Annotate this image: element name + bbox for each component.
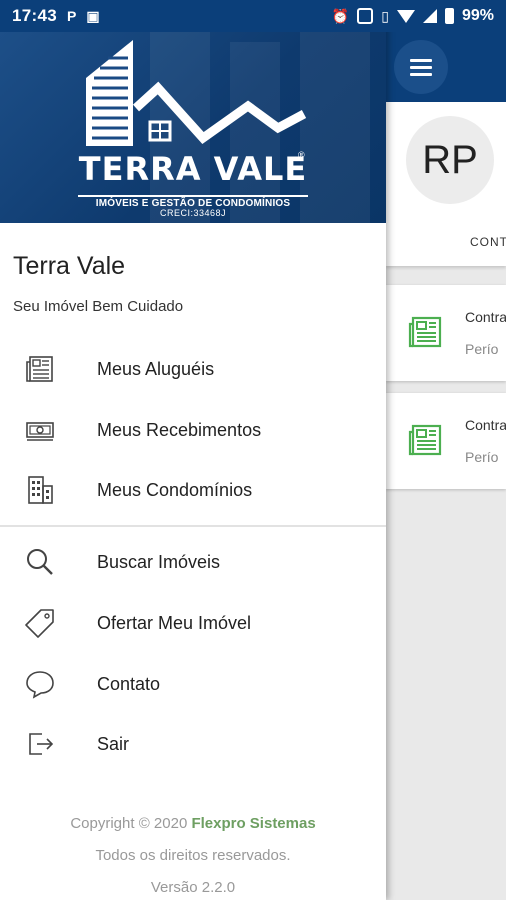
money-icon — [26, 422, 54, 441]
search-icon — [27, 549, 53, 575]
battery-percent: 99% — [461, 7, 494, 24]
menu-item-buscar-imoveis[interactable]: Buscar Imóveis — [0, 532, 386, 592]
navigation-drawer: TERRA VALE ® IMÓVEIS E GESTÃO DE CONDOMÍ… — [0, 0, 386, 900]
menu-item-label: Meus Aluguéis — [97, 358, 215, 379]
menu-item-label: Sair — [97, 733, 130, 754]
menu-line — [410, 65, 432, 69]
tab-contracts[interactable]: CONT — [470, 235, 506, 249]
brand-name: Terra Vale — [13, 252, 126, 280]
rights-text: Todos os direitos reservados. — [95, 847, 291, 864]
building-icon — [28, 476, 53, 504]
contract-period: Perío — [465, 449, 499, 465]
menu-item-label: Meus Condomínios — [97, 479, 253, 500]
contract-document-icon — [408, 316, 442, 348]
menu-item-label: Buscar Imóveis — [97, 551, 221, 572]
menu-item-meus-alugueis[interactable]: Meus Aluguéis — [0, 339, 386, 399]
drawer-header: TERRA VALE ® IMÓVEIS E GESTÃO DE CONDOMÍ… — [0, 32, 386, 223]
screen-icon — [357, 8, 374, 24]
avatar[interactable]: RP — [406, 116, 494, 204]
contract-card[interactable]: Contra Perío — [386, 393, 506, 489]
contract-document-icon — [408, 424, 442, 456]
logo-creci: CRECI:33468J — [159, 208, 227, 218]
profile-card: RP CONT — [386, 102, 506, 266]
menu-item-ofertar-meu-imovel[interactable]: Ofertar Meu Imóvel — [0, 593, 386, 653]
background-building — [300, 32, 370, 223]
vibrate-icon: ▯ — [381, 7, 389, 24]
menu-item-contato[interactable]: Contato — [0, 654, 386, 714]
menu-item-meus-recebimentos[interactable]: Meus Recebimentos — [0, 400, 386, 460]
translate-icon: ▣ — [86, 7, 100, 24]
menu-item-sair[interactable]: Sair — [0, 714, 386, 774]
hamburger-menu-button[interactable] — [394, 40, 448, 94]
chat-icon — [26, 671, 54, 699]
battery-icon — [444, 8, 454, 24]
logo-registered-mark: ® — [298, 150, 305, 160]
tag-icon — [25, 609, 54, 638]
parking-icon: P — [66, 8, 77, 24]
menu-item-label: Meus Recebimentos — [97, 419, 262, 440]
copyright-text: Copyright © 2020 — [70, 815, 188, 832]
contract-period: Perío — [465, 341, 499, 357]
version-text: Versão 2.2.0 — [150, 879, 236, 896]
logo-building-icon — [86, 40, 307, 146]
menu-line — [410, 58, 432, 62]
wifi-icon — [396, 9, 415, 23]
menu-item-label: Contato — [97, 673, 161, 694]
brand-tagline: Seu Imóvel Bem Cuidado — [13, 298, 184, 315]
contract-card[interactable]: Contra Perío — [386, 285, 506, 381]
alarm-icon: ⏰ — [331, 7, 350, 24]
logo-title: TERRA VALE — [78, 150, 308, 188]
company-link[interactable]: Flexpro Sistemas — [191, 815, 315, 832]
signal-icon — [422, 9, 437, 23]
terra-vale-logo: TERRA VALE ® IMÓVEIS E GESTÃO DE CONDOMÍ… — [78, 38, 308, 218]
status-bar: 17:43 P ▣ ⏰ ▯ 99% — [0, 0, 506, 32]
menu-item-label: Ofertar Meu Imóvel — [97, 612, 252, 633]
contract-title: Contra — [465, 417, 506, 433]
contract-title: Contra — [465, 309, 506, 325]
status-time: 17:43 — [12, 6, 57, 25]
newspaper-icon — [26, 356, 53, 382]
copyright-line: Copyright © 2020 Flexpro Sistemas — [0, 815, 386, 832]
menu-item-meus-condominios[interactable]: Meus Condomínios — [0, 460, 386, 520]
menu-line — [410, 72, 432, 76]
menu-divider — [0, 525, 386, 527]
logo-subtitle: IMÓVEIS E GESTÃO DE CONDOMÍNIOS — [78, 195, 308, 209]
logout-icon — [29, 733, 54, 755]
